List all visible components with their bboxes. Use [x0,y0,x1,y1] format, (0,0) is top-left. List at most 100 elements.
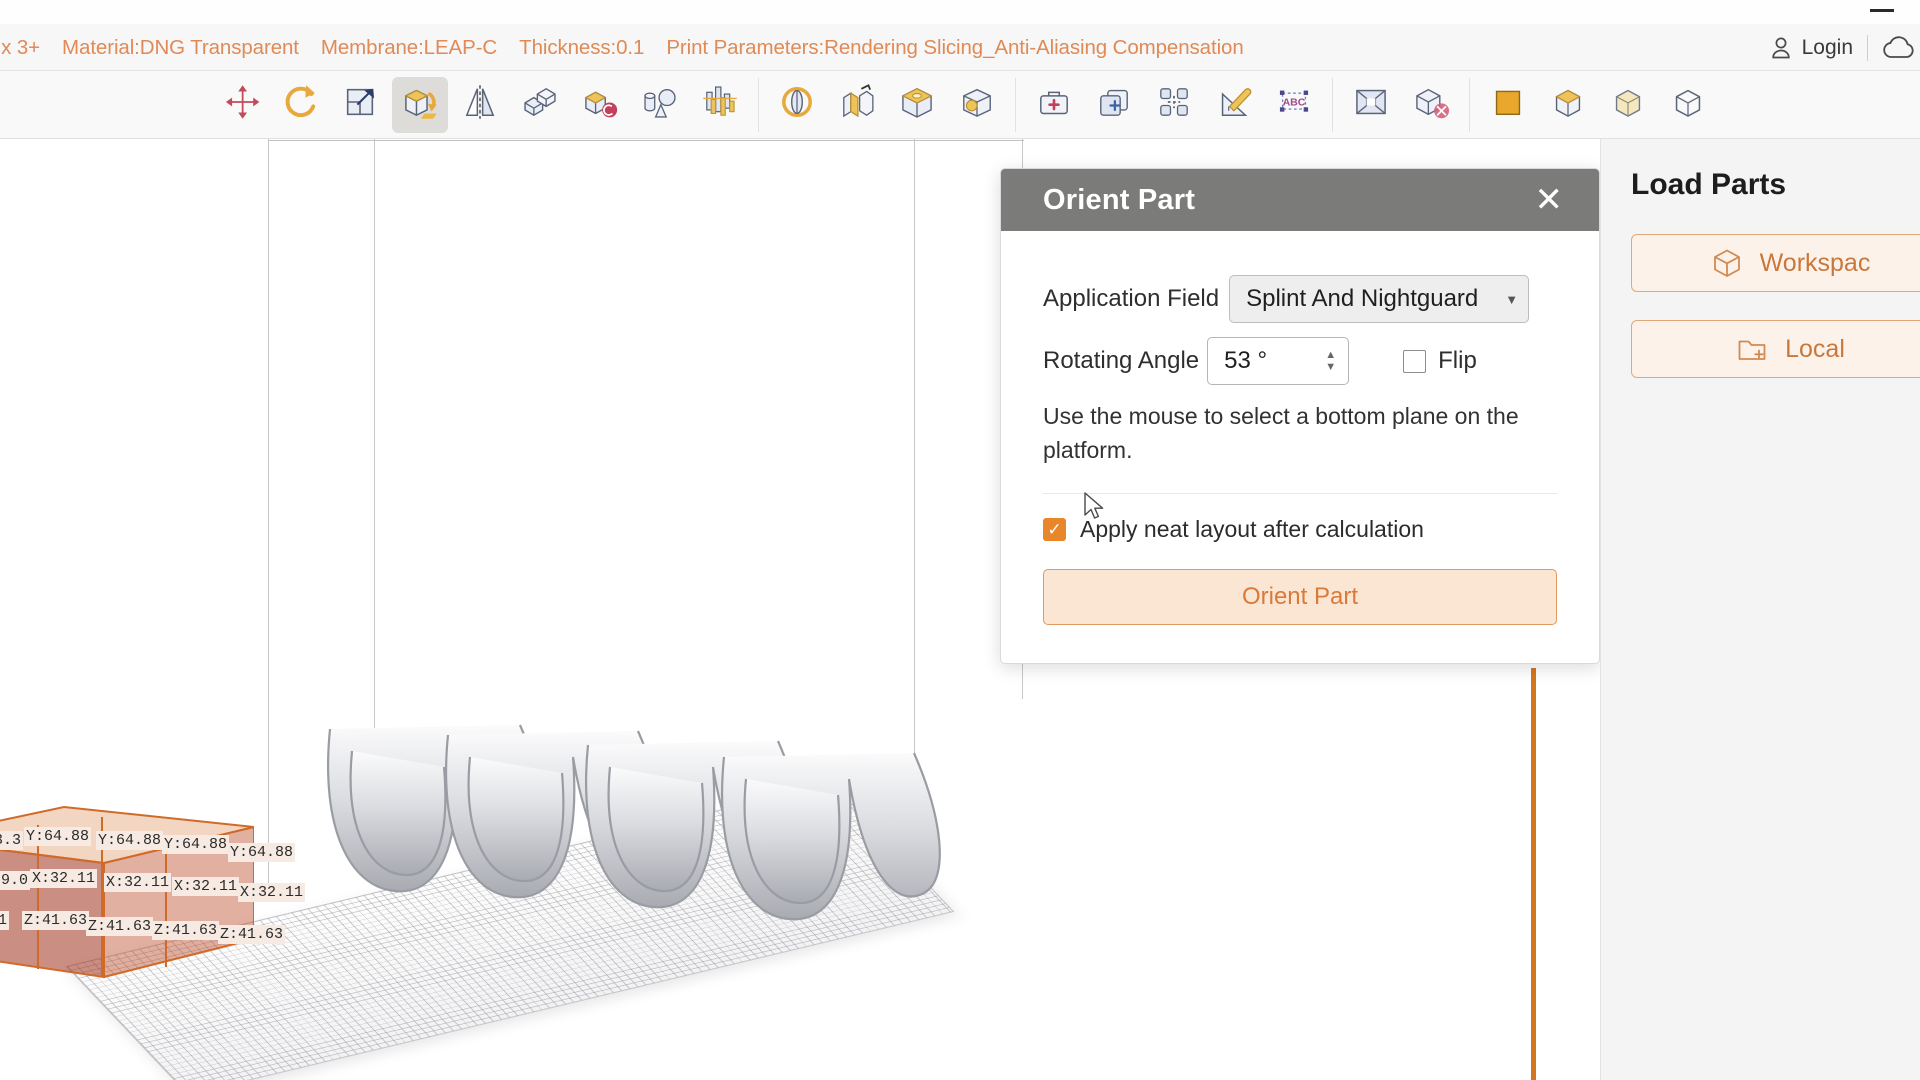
duplicate-tool[interactable] [512,77,568,133]
orient-part-button-label: Orient Part [1241,583,1359,610]
abc-label-icon: ABC [1272,80,1316,129]
add-part-tool[interactable] [1086,77,1142,133]
material-param[interactable]: Material:DNG Transparent [62,36,299,60]
stepper-arrows[interactable]: ▲ ▼ [1325,349,1336,372]
rotating-angle-stepper[interactable]: 53 ° ▲ ▼ [1207,337,1350,385]
align-tool[interactable] [692,77,748,133]
primitives-tool[interactable] [632,77,688,133]
toolbar-separator [1332,77,1333,132]
solid-cube-icon [1486,80,1530,129]
orient-part-tool[interactable] [392,76,448,133]
primitives-icon [638,80,682,129]
scale-tool[interactable] [332,77,388,133]
chamber-top-edge [268,140,1024,141]
scale-icon [338,80,382,129]
flip-label: Flip [1438,347,1477,374]
dim-label-y: Y:64.88 [162,835,230,854]
dim-label-y: Y:64.88 [96,831,164,850]
neat-layout-icon [1152,80,1196,129]
panel-title: Load Parts [1631,168,1787,201]
rotate-icon [278,80,322,129]
view-translucent[interactable] [1600,77,1656,133]
load-parts-panel: Load Parts Workspac Local [1600,139,1920,1080]
dim-label-clipped-z: 1 [0,911,10,930]
dim-label-x: X:32.11 [104,873,172,892]
svg-text:ABC: ABC [1283,97,1306,109]
remove-support-tool[interactable] [1403,77,1459,133]
repair-kit-icon [1032,80,1076,129]
split-box-icon [835,80,879,129]
dialog-header: Orient Part ✕ [1001,169,1599,231]
print-parameters-param[interactable]: Print Parameters:Rendering Slicing_Anti-… [666,36,1243,60]
cloud-icon[interactable] [1882,35,1916,61]
rotate-tool[interactable] [272,77,328,133]
minimize-icon[interactable] [1870,9,1894,12]
printer-param[interactable]: nter:Lux 3+ [0,36,40,60]
load-from-workspace-label: Workspac [1759,248,1871,277]
dim-label-z: Z:41.63 [218,925,286,944]
login-button[interactable]: Login [1770,36,1853,60]
rotating-angle-row: Rotating Angle 53 ° ▲ ▼ Flip [1043,337,1557,385]
load-from-local-label: Local [1785,334,1845,363]
application-field-select[interactable]: Splint And Nightguard ▼ [1229,275,1530,323]
chevron-down-icon: ▼ [1505,291,1519,307]
application-window: nter:Lux 3+ Material:DNG Transparent Mem… [0,0,1920,1080]
rotating-angle-value: 53 ° [1224,347,1268,374]
toolbar-separator [1015,77,1016,132]
dim-label-z: Z:41.63 [86,917,154,936]
load-from-local-button[interactable]: Local [1631,320,1920,378]
print-parameters-group: nter:Lux 3+ Material:DNG Transparent Mem… [0,24,1244,71]
account-divider [1867,34,1868,61]
drain-hole-tool[interactable] [889,77,945,133]
load-from-workspace-button[interactable]: Workspac [1631,234,1920,292]
boolean-cubes-icon [578,80,622,129]
title-bar [0,0,1920,24]
thickness-param[interactable]: Thickness:0.1 [519,36,644,60]
dim-label-z: Z:41.63 [152,921,220,940]
flip-checkbox[interactable]: Flip [1403,347,1477,375]
measure-tool[interactable] [1206,77,1262,133]
move-tool[interactable] [212,77,268,133]
view-shaded[interactable] [1540,77,1596,133]
duplicate-blocks-icon [518,80,562,129]
close-icon[interactable]: ✕ [1529,181,1570,219]
support-view-tool[interactable] [1343,77,1399,133]
neat-layout-checkbox-box[interactable]: ✓ [1043,518,1066,541]
mirror-icon [458,80,502,129]
neat-layout-checkbox[interactable]: ✓ Apply neat layout after calculation [1043,516,1557,543]
boolean-tool[interactable] [572,77,628,133]
repair-tool[interactable] [1026,77,1082,133]
cube-box-icon [1712,248,1742,278]
view-wireframe[interactable] [1660,77,1716,133]
vertical-accent-rule [1531,668,1536,1080]
login-label: Login [1801,35,1853,59]
application-field-value: Splint And Nightguard [1246,285,1479,312]
stepper-down-icon[interactable]: ▼ [1325,361,1336,372]
view-solid[interactable] [1480,77,1536,133]
dim-label-x: X:32.11 [172,877,240,896]
wireframe-cube-icon [1666,80,1710,129]
flip-checkbox-box[interactable] [1403,349,1427,373]
shaded-cube-icon [1546,80,1590,129]
dialog-hint-text: Use the mouse to select a bottom plane o… [1043,403,1519,463]
mirror-tool[interactable] [452,77,508,133]
dim-label-x: X:32.11 [238,883,306,902]
label-text-tool[interactable]: ABC [1266,77,1322,133]
dim-label-clipped-y: 3.3 [0,831,24,850]
chamber-edge-mid [374,139,375,799]
membrane-param[interactable]: Membrane:LEAP-C [321,36,497,60]
dim-label-z: Z:41.63 [22,911,90,930]
dim-label-y: Y:64.88 [228,843,296,862]
hollow-tool[interactable] [769,77,825,133]
orient-cube-icon [398,80,442,129]
dialog-title: Orient Part [1043,183,1196,216]
split-tool[interactable] [829,77,885,133]
infill-tool[interactable] [949,77,1005,133]
cube-forbidden-icon [1409,80,1453,129]
neat-layout-tool[interactable] [1146,77,1202,133]
stepper-up-icon[interactable]: ▲ [1325,349,1336,360]
part-dimension-labels: 3.3 29.0 1 Y:64.88 X:32.11 Z:41.63 Y:64.… [0,799,330,979]
measure-ruler-icon [1212,80,1256,129]
orient-part-button[interactable]: Orient Part [1043,569,1557,625]
move-arrows-icon [218,80,262,129]
